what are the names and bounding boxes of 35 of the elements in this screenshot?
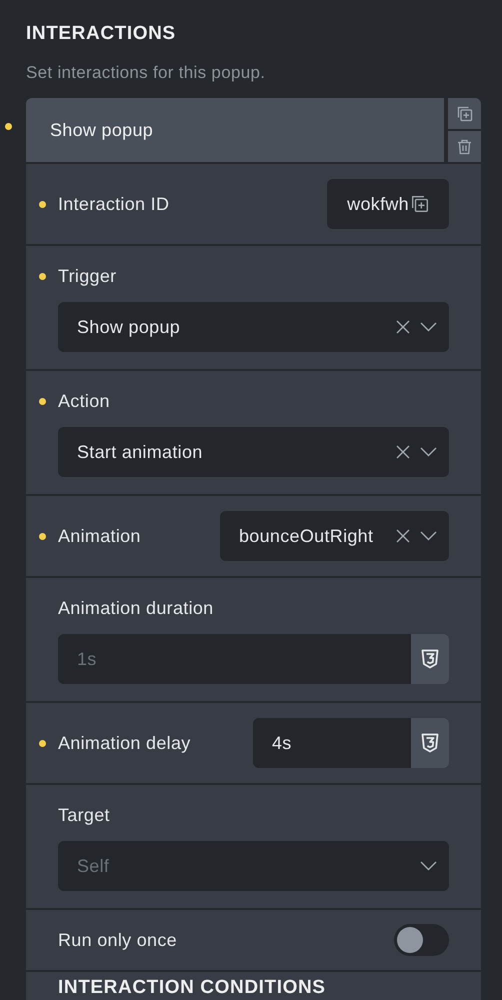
css-button[interactable] xyxy=(411,718,449,768)
chevron-down-icon xyxy=(420,322,437,332)
clear-icon[interactable] xyxy=(396,445,410,459)
chevron-down-icon xyxy=(420,861,437,871)
interaction-title[interactable]: Show popup xyxy=(50,120,154,140)
field-label: Action xyxy=(58,390,110,413)
field-label: Animation duration xyxy=(58,597,214,620)
section-description: Set interactions for this popup. xyxy=(26,62,266,84)
select-field[interactable]: Start animation xyxy=(58,427,449,477)
field-label: Trigger xyxy=(58,265,116,288)
text-field[interactable]: 1s xyxy=(58,634,411,684)
select-field[interactable]: bounceOutRight xyxy=(220,511,449,561)
field-label: Target xyxy=(58,804,110,827)
id-field[interactable]: wokfwh xyxy=(327,179,449,229)
chevron-down-icon xyxy=(420,531,437,541)
css-button[interactable] xyxy=(411,634,449,684)
text-field[interactable]: 4s xyxy=(253,718,411,768)
section-title: INTERACTION CONDITIONS xyxy=(58,977,326,998)
field-label: Interaction ID xyxy=(58,193,170,216)
delete-button[interactable] xyxy=(448,131,481,162)
field-label: Run only once xyxy=(58,929,177,952)
shield-icon xyxy=(421,649,439,669)
field-label: Animation xyxy=(58,525,141,548)
section-title: INTERACTIONS xyxy=(26,22,176,46)
select-field[interactable]: Show popup xyxy=(58,302,449,352)
field-label: Animation delay xyxy=(58,732,191,755)
clear-icon[interactable] xyxy=(396,320,410,334)
toggle-switch[interactable] xyxy=(394,924,449,956)
duplicate-icon[interactable] xyxy=(411,195,429,213)
trash-icon xyxy=(457,138,472,154)
duplicate-button[interactable] xyxy=(448,98,481,129)
chevron-down-icon xyxy=(420,447,437,457)
duplicate-icon xyxy=(456,106,472,122)
clear-icon[interactable] xyxy=(396,529,410,543)
shield-icon xyxy=(421,733,439,753)
